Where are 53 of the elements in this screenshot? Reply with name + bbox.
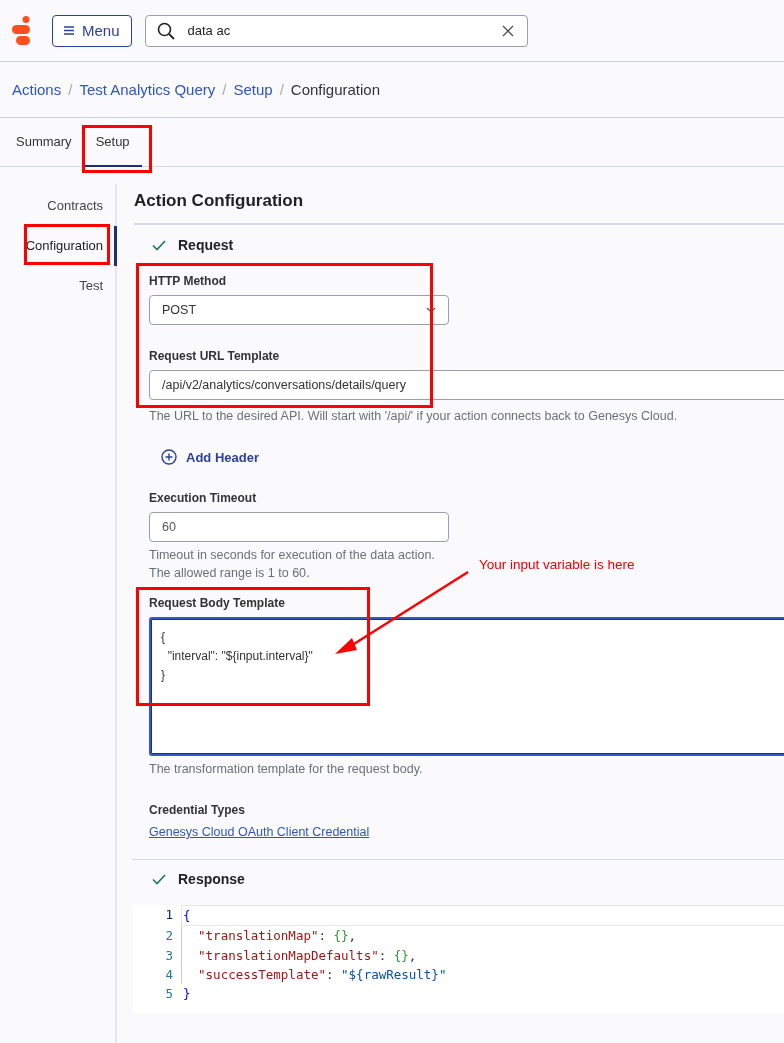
highlight-frame [82,125,152,173]
field-label: HTTP Method [149,274,228,288]
line-number: 4 [164,965,173,984]
breadcrumb-separator: / [279,81,284,98]
code-line: "translationMapDefaults": {}, [181,945,784,965]
chevron-down-icon [426,307,436,313]
section-title: Request [178,237,234,253]
code-line: } [182,985,192,1004]
credential-link[interactable]: Genesys Cloud OAuth Client Credential [149,825,370,839]
field-label: Execution Timeout [149,491,258,505]
hamburger-icon [64,26,74,35]
code-line: { [181,905,784,927]
breadcrumb-link[interactable]: Test Analytics Query [79,81,216,98]
code-line: "interval": "${input.interval}" [166,648,314,665]
help-text: The URL to the desired API. Will start with '/api/' if your action connects back to Genesys Cloud. [149,409,678,423]
page-title: Action Configuration [134,191,784,225]
help-text: Timeout in seconds for execution of the data action. [149,548,435,562]
line-number: 5 [164,985,173,1004]
field-label: Request URL Template [149,349,281,363]
method-select[interactable]: POST [149,295,449,325]
code-line: { [161,629,166,646]
help-text: The transformation template for the request body. [149,762,423,776]
code-line: "successTemplate": "${rawResult}" [181,964,784,985]
line-number: 3 [164,946,173,965]
timeout-field[interactable]: 60 [149,512,449,542]
search-field[interactable]: data ac [144,14,528,47]
line-number: 1 [164,906,173,924]
add-header-button[interactable]: Add Header [161,449,259,465]
annotation-text: Your input variable is here [479,557,635,572]
breadcrumb-separator: / [68,81,73,98]
search-icon [156,21,175,40]
breadcrumb-separator: / [222,81,227,98]
breadcrumb-current: Configuration [290,81,381,98]
help-text: The allowed range is 1 to 60. [149,566,310,580]
body-template-field[interactable]: { "interval": "${input.interval}" } [149,617,784,756]
code-line: } [161,667,166,684]
breadcrumb-link[interactable]: Setup [233,81,273,98]
sidebar-item[interactable]: Test [0,266,117,306]
code-line: "translationMap": {}, [181,926,784,946]
plus-circle-icon [161,449,177,465]
section-title: Response [178,871,245,887]
tab[interactable]: Setup [83,118,142,167]
breadcrumb-link[interactable]: Actions [12,81,62,98]
logo-icon [12,15,32,46]
sidebar-item[interactable]: Configuration [0,226,117,266]
field-label: Credential Types [149,803,246,817]
menu-button[interactable]: Menu [52,14,132,47]
field-label: Request Body Template [149,596,286,610]
tab[interactable]: Summary [4,118,84,167]
clear-icon[interactable] [501,24,514,37]
sidebar-item[interactable]: Contracts [0,186,117,226]
url-field[interactable]: /api/v2/analytics/conversations/details/query [149,370,784,400]
line-number: 2 [164,927,173,946]
